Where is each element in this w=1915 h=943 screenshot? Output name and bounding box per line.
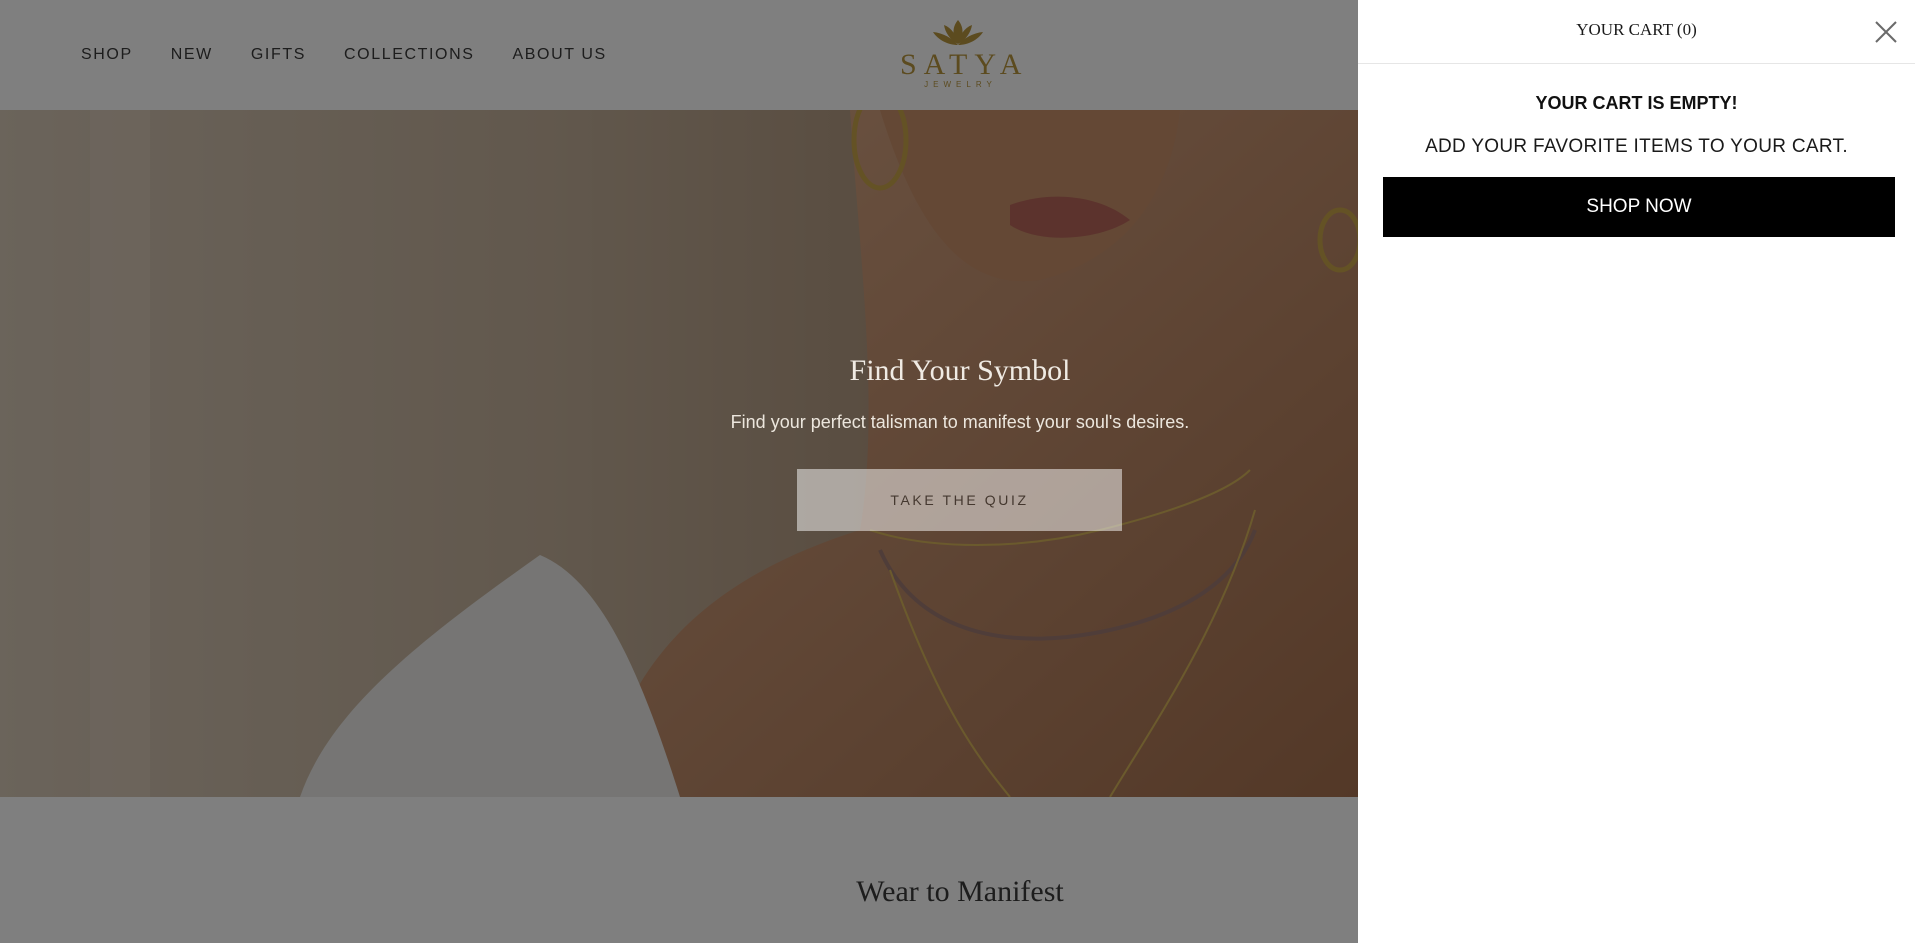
take-quiz-button[interactable]: TAKE THE QUIZ [797,469,1122,531]
cart-title: YOUR CART (0) [1576,20,1697,39]
shop-now-button[interactable]: SHOP NOW [1383,177,1895,237]
modal-overlay[interactable]: Find Your Symbol Find your perfect talis… [0,0,1358,943]
close-icon[interactable] [1873,19,1899,45]
cart-drawer: YOUR CART (0) YOUR CART IS EMPTY! ADD YO… [1358,0,1915,943]
cart-header: YOUR CART (0) [1358,0,1915,64]
cart-empty-title: YOUR CART IS EMPTY! [1535,93,1738,113]
cart-empty-message: ADD YOUR FAVORITE ITEMS TO YOUR CART. [1425,136,1848,157]
